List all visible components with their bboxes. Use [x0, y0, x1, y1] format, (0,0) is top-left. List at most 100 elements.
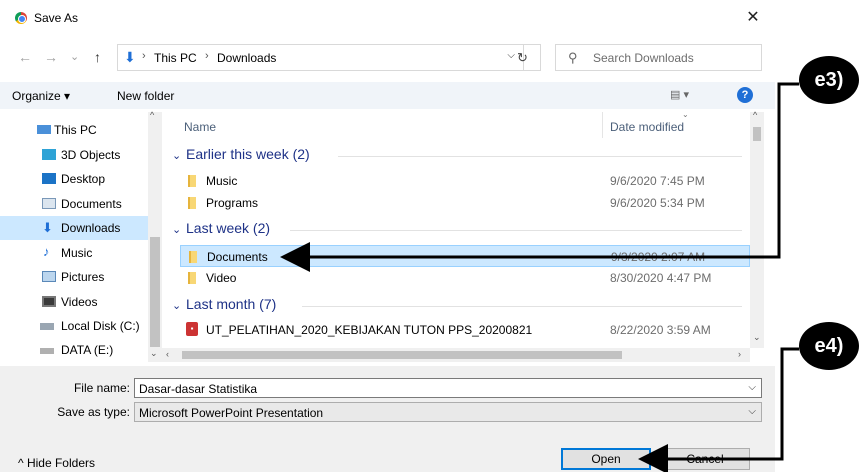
group-divider: [290, 230, 742, 231]
scroll-down-icon[interactable]: ⌄: [150, 348, 158, 359]
chevron-down-icon: ⌄: [172, 300, 182, 312]
recent-locations-icon[interactable]: ⌄: [70, 48, 79, 66]
computer-icon: [37, 125, 51, 134]
column-date-modified[interactable]: Date modified: [610, 120, 684, 134]
download-icon: ⬇: [42, 220, 53, 235]
download-icon: ⬇: [124, 49, 136, 65]
sidebar-item-label: Videos: [61, 295, 98, 309]
save-as-type-select[interactable]: Microsoft PowerPoint Presentation ⌵: [134, 402, 762, 422]
drive-icon: [40, 323, 54, 330]
up-arrow-icon[interactable]: ↑: [94, 48, 101, 66]
group-divider: [302, 306, 742, 307]
chevron-down-icon: ⌄: [172, 224, 182, 236]
group-divider: [338, 156, 742, 157]
search-placeholder: Search Downloads: [593, 51, 694, 65]
file-date: 9/6/2020 7:45 PM: [610, 174, 705, 188]
sidebar-item-label: Downloads: [61, 221, 121, 235]
sidebar-item-label: This PC: [54, 123, 97, 137]
new-folder-button[interactable]: New folder: [117, 89, 174, 103]
help-icon[interactable]: ?: [737, 87, 753, 103]
search-input[interactable]: ⚲ Search Downloads: [555, 44, 762, 71]
window-title: Save As: [34, 11, 79, 25]
sidebar-item-3d-objects[interactable]: 3D Objects: [0, 143, 148, 167]
scrollbar-thumb[interactable]: [753, 127, 761, 141]
chevron-down-icon[interactable]: ⌵: [748, 406, 756, 417]
sidebar-item-documents[interactable]: Documents: [0, 192, 148, 216]
group-header[interactable]: ⌄ Last week (2): [172, 220, 742, 240]
hide-folders-button[interactable]: ^ Hide Folders: [18, 456, 95, 470]
file-list-horizontal-scrollbar[interactable]: ‹ ›: [162, 348, 750, 362]
sidebar-item-this-pc[interactable]: This PC: [0, 118, 148, 142]
organize-button[interactable]: Organize ▾: [12, 89, 70, 103]
scroll-up-icon[interactable]: ^: [150, 110, 154, 120]
address-bar[interactable]: ⬇ › This PC › Downloads ⌵: [117, 44, 524, 71]
close-button[interactable]: ✕: [744, 8, 762, 28]
sidebar-item-label: DATA (E:): [61, 343, 114, 357]
breadcrumb-separator: ›: [205, 50, 209, 62]
navigation-bar: ← → ⌄ ↑ ⬇ › This PC › Downloads ⌵ ↻ ⚲ Se…: [0, 44, 775, 72]
file-date: 8/22/2020 3:59 AM: [610, 323, 711, 337]
column-header: Name ⌄ Date modified: [162, 110, 750, 138]
scrollbar-thumb[interactable]: [150, 237, 160, 347]
sidebar-item-videos[interactable]: Videos: [0, 290, 148, 314]
forward-arrow-icon[interactable]: →: [44, 48, 58, 66]
file-name: Video: [206, 271, 237, 285]
group-header[interactable]: ⌄ Earlier this week (2): [172, 146, 742, 166]
sidebar-item-label: Local Disk (C:): [61, 319, 140, 333]
folder-icon: [188, 197, 196, 209]
file-name: Programs: [206, 196, 259, 210]
list-item-selected[interactable]: Documents 9/3/2020 2:07 AM: [180, 245, 750, 267]
command-toolbar: Organize ▾ New folder ▤ ▾ ?: [0, 82, 775, 109]
group-title: Earlier this week (2): [186, 146, 310, 162]
group-header[interactable]: ⌄ Last month (7): [172, 296, 742, 316]
music-icon: ♪: [43, 244, 50, 259]
list-item[interactable]: ▪ UT_PELATIHAN_2020_KEBIJAKAN TUTON PPS_…: [180, 319, 750, 341]
scroll-left-icon[interactable]: ‹: [166, 349, 169, 359]
sidebar-item-music[interactable]: ♪ Music: [0, 241, 148, 265]
video-icon: [42, 296, 56, 307]
save-as-type-value: Microsoft PowerPoint Presentation: [139, 406, 324, 420]
back-arrow-icon[interactable]: ←: [18, 48, 32, 66]
file-list-vertical-scrollbar[interactable]: ^ ⌄: [750, 110, 764, 348]
file-name-value: Dasar-dasar Statistika: [139, 382, 258, 396]
scroll-down-icon[interactable]: ⌄: [753, 332, 761, 343]
sidebar-item-label: Documents: [61, 197, 122, 211]
file-date: 9/3/2020 2:07 AM: [611, 250, 706, 264]
desktop-icon: [42, 173, 56, 184]
sidebar-item-downloads[interactable]: ⬇ Downloads: [0, 216, 148, 240]
save-as-type-label: Save as type:: [57, 405, 130, 419]
scroll-right-icon[interactable]: ›: [738, 349, 741, 359]
sidebar-item-desktop[interactable]: Desktop: [0, 167, 148, 191]
file-name: Documents: [207, 250, 268, 264]
sidebar-item-pictures[interactable]: Pictures: [0, 265, 148, 289]
column-name[interactable]: Name: [184, 120, 216, 134]
sidebar-item-local-disk[interactable]: Local Disk (C:): [0, 314, 148, 338]
document-icon: [42, 198, 56, 209]
breadcrumb-this-pc[interactable]: This PC: [154, 51, 197, 65]
folder-icon: [188, 175, 196, 187]
view-options-icon[interactable]: ▤ ▾: [670, 88, 689, 101]
list-item[interactable]: Music 9/6/2020 7:45 PM: [180, 170, 750, 192]
chrome-icon: [15, 12, 27, 24]
callout-e4: e4): [799, 322, 859, 370]
scroll-up-icon[interactable]: ^: [753, 110, 757, 120]
chevron-down-icon[interactable]: ⌵: [748, 382, 756, 393]
refresh-button[interactable]: ↻: [505, 44, 541, 71]
sidebar-scrollbar[interactable]: ^ ⌄: [148, 110, 162, 362]
pdf-file-icon: ▪: [186, 322, 198, 336]
list-item[interactable]: Video 8/30/2020 4:47 PM: [180, 267, 750, 289]
group-title: Last month (7): [186, 296, 277, 312]
file-name-label: File name:: [73, 381, 130, 395]
cancel-button[interactable]: Cancel: [660, 448, 750, 470]
sidebar-item-label: 3D Objects: [61, 148, 121, 162]
list-item[interactable]: Programs 9/6/2020 5:34 PM: [180, 192, 750, 214]
breadcrumb-separator: ›: [142, 50, 146, 62]
scrollbar-thumb[interactable]: [182, 351, 622, 359]
file-name-field[interactable]: Dasar-dasar Statistika ⌵: [134, 378, 762, 398]
folder-icon: [188, 272, 196, 284]
chevron-down-icon: ⌄: [172, 150, 182, 162]
sidebar-item-data-drive[interactable]: DATA (E:): [0, 338, 148, 362]
breadcrumb-downloads[interactable]: Downloads: [217, 51, 276, 65]
open-button[interactable]: Open: [561, 448, 651, 470]
column-divider[interactable]: [602, 112, 603, 138]
